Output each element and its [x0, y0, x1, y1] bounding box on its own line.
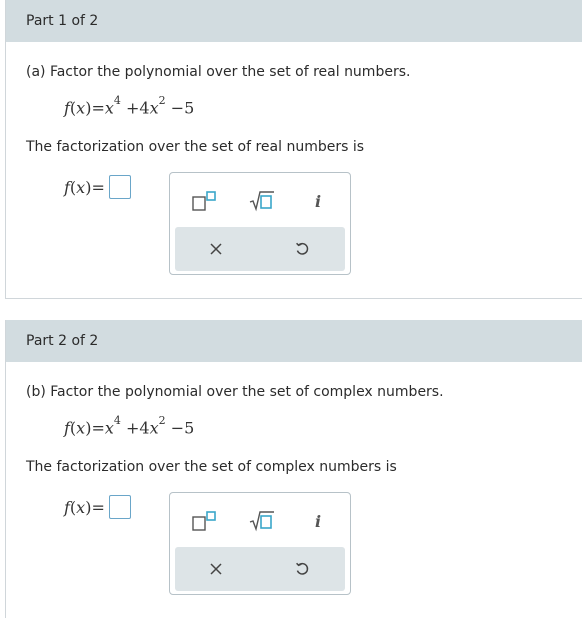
part-1-header: Part 1 of 2	[6, 0, 582, 42]
sqrt-icon	[249, 511, 274, 532]
undo-button[interactable]	[286, 235, 318, 263]
clear-button[interactable]	[200, 235, 232, 263]
part-1-answer-line: f(x) =	[64, 175, 131, 199]
part-1-polynomial: f(x)=x4 +4x2 −5	[64, 94, 195, 118]
sqrt-button[interactable]	[246, 187, 278, 215]
part-2-question: (b) Factor the polynomial over the set o…	[26, 384, 444, 400]
imaginary-unit-label: i	[314, 511, 322, 531]
close-icon	[210, 243, 222, 255]
part-1-answer-input[interactable]	[108, 175, 131, 199]
exponent-button[interactable]	[188, 187, 220, 215]
undo-icon	[296, 562, 309, 575]
clear-button[interactable]	[200, 555, 232, 583]
part-2-header: Part 2 of 2	[6, 320, 582, 362]
close-icon	[210, 563, 222, 575]
part-2-math-palette: i	[169, 492, 351, 595]
part-2-answer-input[interactable]	[108, 495, 131, 519]
undo-button[interactable]	[286, 555, 318, 583]
exponent-icon	[192, 191, 216, 211]
imaginary-unit-label: i	[314, 191, 322, 211]
imaginary-unit-button[interactable]: i	[302, 507, 334, 535]
sqrt-button[interactable]	[246, 507, 278, 535]
undo-icon	[296, 242, 309, 255]
exponent-icon	[192, 511, 216, 531]
imaginary-unit-button[interactable]: i	[302, 187, 334, 215]
part-1-math-palette: i	[169, 172, 351, 275]
part-1-question: (a) Factor the polynomial over the set o…	[26, 64, 411, 80]
part-2-panel: Part 2 of 2 (b) Factor the polynomial ov…	[5, 320, 582, 618]
sqrt-icon	[249, 191, 274, 212]
exponent-button[interactable]	[188, 507, 220, 535]
part-2-polynomial: f(x)=x4 +4x2 −5	[64, 414, 195, 438]
part-2-answer-line: f(x) =	[64, 495, 131, 519]
part-1-prompt: The factorization over the set of real n…	[26, 139, 365, 155]
part-1-panel: Part 1 of 2 (a) Factor the polynomial ov…	[5, 0, 582, 299]
part-2-prompt: The factorization over the set of comple…	[26, 459, 397, 475]
